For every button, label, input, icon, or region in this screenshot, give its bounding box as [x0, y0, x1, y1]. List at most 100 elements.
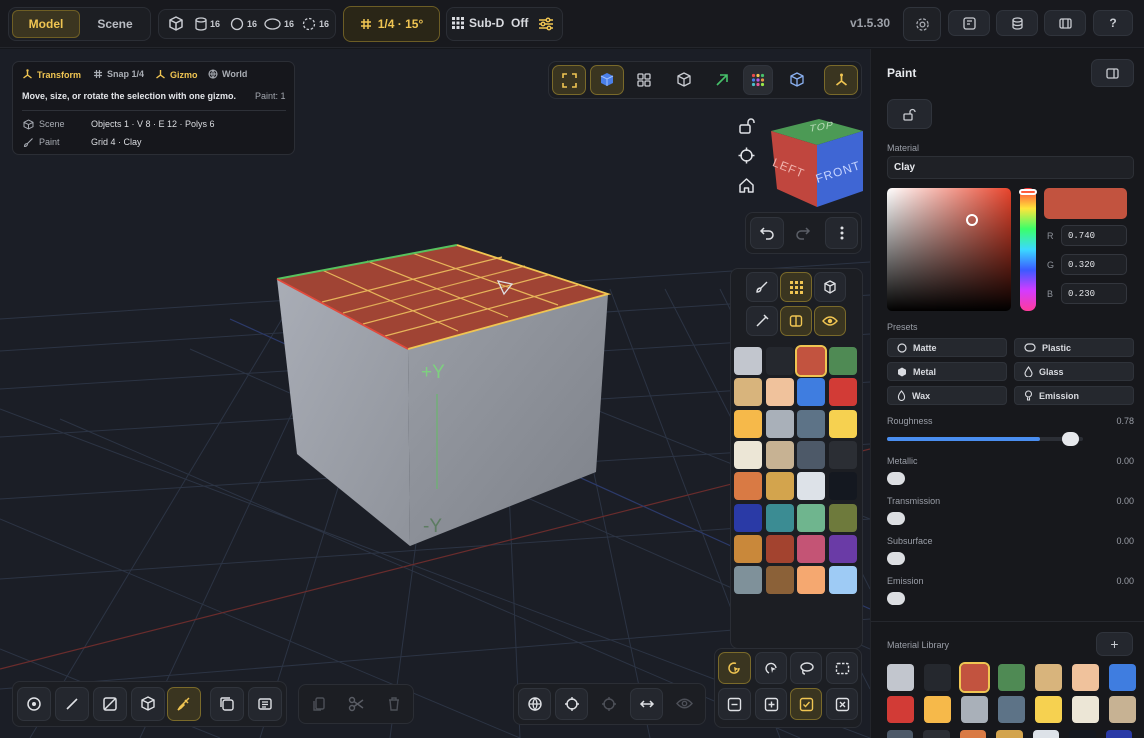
palette-swatch[interactable] [734, 440, 762, 469]
palette-swatch[interactable] [765, 409, 794, 438]
preset-matte[interactable]: Matte [887, 338, 1007, 357]
preset-plastic[interactable]: Plastic [1014, 338, 1134, 357]
circle-count[interactable]: 16 [302, 17, 329, 31]
palette-swatch[interactable] [797, 440, 825, 469]
pivot-button[interactable] [555, 688, 588, 720]
palette-swatch[interactable] [795, 345, 827, 377]
info-gizmo[interactable]: Gizmo [155, 69, 198, 80]
tab-scene[interactable]: Scene [82, 10, 148, 38]
film-button[interactable] [1044, 10, 1086, 36]
target-disabled-icon[interactable] [601, 696, 617, 712]
eye-disabled-icon[interactable] [676, 697, 693, 710]
metallic-toggle[interactable] [887, 472, 905, 485]
eyedropper-button[interactable] [746, 306, 778, 336]
object-mode-button[interactable] [131, 687, 165, 721]
material-library-swatch[interactable] [924, 664, 951, 691]
solid-shading-button[interactable] [590, 65, 624, 95]
palette-swatch[interactable] [797, 472, 825, 501]
preset-wax[interactable]: Wax [887, 386, 1007, 405]
3d-viewport[interactable]: +Y -Y Transform Snap 1/4 Gizmo World Mov… [0, 49, 870, 738]
material-library-swatch[interactable] [961, 696, 988, 723]
color-grid-button[interactable] [743, 65, 773, 95]
palette-swatch[interactable] [828, 472, 857, 501]
palette-swatch[interactable] [765, 534, 794, 563]
palette-swatch[interactable] [797, 566, 825, 595]
palette-swatch[interactable] [734, 409, 762, 438]
wire-cube-icon[interactable] [676, 72, 692, 88]
palette-swatch[interactable] [765, 440, 794, 469]
gizmo-toggle-button[interactable] [824, 65, 858, 95]
undo-button[interactable] [750, 217, 784, 249]
color-picker-area[interactable] [887, 188, 1011, 311]
palette-swatch[interactable] [828, 503, 857, 532]
trash-icon[interactable] [386, 696, 402, 712]
palette-swatch[interactable] [734, 347, 762, 375]
notes-button[interactable] [248, 687, 282, 721]
frame-selection-button[interactable] [552, 65, 586, 95]
palette-swatch[interactable] [734, 534, 762, 563]
vertex-mode-button[interactable] [17, 687, 51, 721]
material-library-swatch[interactable] [1109, 664, 1136, 691]
palette-swatch[interactable] [828, 347, 857, 375]
help-button[interactable]: ? [1093, 10, 1133, 36]
lock-material-button[interactable] [887, 99, 932, 129]
torus-count[interactable]: 16 [264, 17, 294, 31]
brush-tool-button[interactable] [746, 272, 778, 302]
info-snap[interactable]: Snap 1/4 [93, 69, 144, 79]
material-library-swatch[interactable] [1072, 664, 1099, 691]
material-name-input[interactable]: Clay [887, 156, 1134, 179]
color-picker-handle[interactable] [966, 214, 978, 226]
palette-swatch[interactable] [828, 409, 857, 438]
object-paint-button[interactable] [814, 272, 846, 302]
palette-swatch[interactable] [797, 503, 825, 532]
palette-swatch[interactable] [734, 566, 762, 595]
face-mode-button[interactable] [93, 687, 127, 721]
palette-swatch[interactable] [765, 566, 794, 595]
world-space-button[interactable] [518, 688, 551, 720]
material-library-swatch[interactable] [887, 664, 914, 691]
preset-metal[interactable]: Metal [887, 362, 1007, 381]
grid-paint-button[interactable] [780, 272, 812, 302]
material-library-swatch[interactable] [887, 696, 914, 723]
redo-icon[interactable] [795, 225, 811, 241]
emission-toggle[interactable] [887, 592, 905, 605]
copy-icon[interactable] [311, 696, 327, 712]
hue-slider[interactable] [1020, 188, 1036, 311]
hand-select-button[interactable] [755, 652, 787, 684]
mirror-button[interactable] [630, 688, 663, 720]
rotate-select-button[interactable] [718, 652, 751, 684]
palette-swatch[interactable] [828, 534, 857, 563]
crosshair-icon[interactable] [738, 147, 755, 164]
g-input[interactable]: 0.320 [1061, 254, 1127, 275]
arrow-up-right-icon[interactable] [714, 72, 730, 88]
cylinder-count[interactable]: 16 [195, 17, 220, 31]
info-world[interactable]: World [208, 69, 247, 79]
preset-glass[interactable]: Glass [1014, 362, 1134, 381]
palette-swatch[interactable] [828, 378, 857, 407]
home-icon[interactable] [738, 177, 755, 194]
palette-swatch[interactable] [765, 378, 794, 407]
database-button[interactable] [996, 10, 1038, 36]
palette-swatch[interactable] [828, 440, 857, 469]
add-material-button[interactable]: + [1096, 632, 1133, 656]
palette-swatch[interactable] [828, 566, 857, 595]
subsurface-toggle[interactable] [887, 552, 905, 565]
r-input[interactable]: 0.740 [1061, 225, 1127, 246]
palette-swatch[interactable] [765, 347, 794, 375]
box-select-button[interactable] [826, 652, 858, 684]
more-button[interactable] [825, 217, 858, 249]
sliders-icon[interactable] [537, 15, 555, 33]
deselect-button[interactable] [826, 688, 858, 720]
fill-face-button[interactable] [780, 306, 812, 336]
unlock-icon[interactable] [738, 117, 755, 134]
palette-swatch[interactable] [797, 534, 825, 563]
select-all-button[interactable] [790, 688, 822, 720]
lasso-button[interactable] [790, 652, 822, 684]
roughness-handle[interactable] [1062, 432, 1080, 446]
material-library-swatch[interactable] [924, 696, 951, 723]
material-library-swatch[interactable] [1035, 664, 1062, 691]
palette-swatch[interactable] [734, 503, 762, 532]
material-library-swatch[interactable] [998, 664, 1025, 691]
subd-toggle[interactable]: Sub-D Off [452, 16, 528, 30]
cube-primitive-icon[interactable] [167, 15, 185, 33]
